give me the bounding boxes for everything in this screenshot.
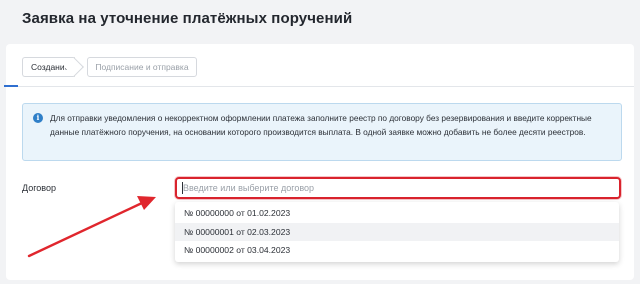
steps-active-marker [4,85,18,87]
contract-option[interactable]: № 00000001 от 02.03.2023 [175,222,619,241]
step-create[interactable]: Создание [22,57,76,77]
info-banner: i Для отправки уведомления о некорректно… [22,103,622,161]
contract-dropdown: № 00000000 от 01.02.2023 № 00000001 от 0… [175,202,619,262]
contract-input[interactable] [175,177,621,199]
contract-option[interactable]: № 00000002 от 03.04.2023 [175,241,619,260]
step-sign-and-send[interactable]: Подписание и отправка [87,57,197,77]
step-tabs: Создание Подписание и отправка [22,57,197,77]
text-caret [182,182,183,194]
info-text: Для отправки уведомления о некорректном … [50,113,592,138]
steps-divider [4,86,634,87]
page-title: Заявка на уточнение платёжных поручений [22,10,353,27]
info-icon: i [33,113,43,123]
contract-option[interactable]: № 00000000 от 01.02.2023 [175,204,619,223]
contract-label: Договор [22,183,56,193]
